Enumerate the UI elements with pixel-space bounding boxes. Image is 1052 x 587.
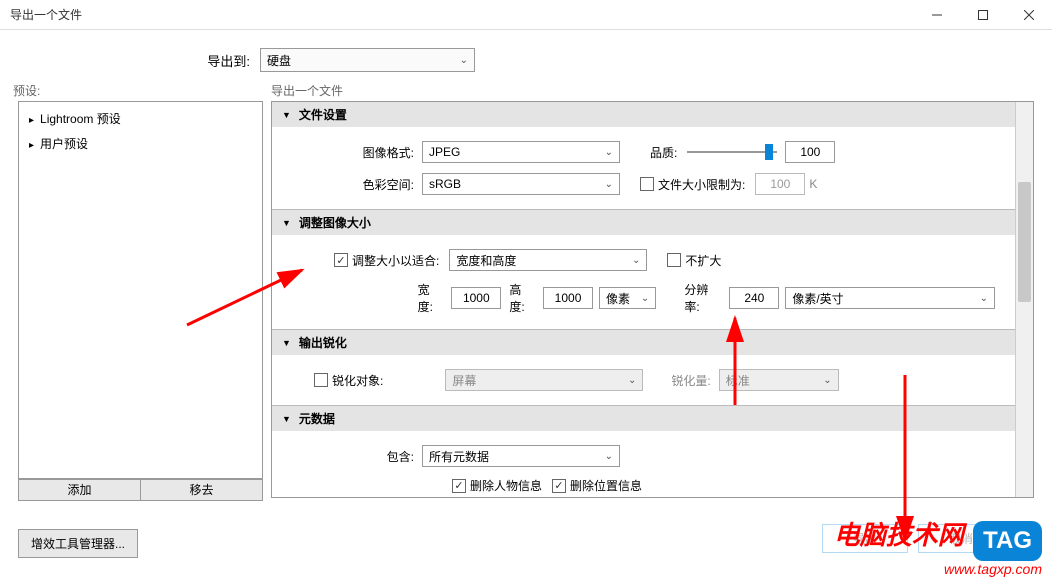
dimension-unit-combo[interactable]: 像素 ⌄ [599,287,656,309]
resize-to-fit-checkbox[interactable] [334,253,348,267]
window-controls [914,0,1052,30]
remove-person-checkbox[interactable] [452,479,466,493]
resize-section: 调整图像大小 调整大小以适合: 宽度和高度 ⌄ [272,210,1015,330]
sharpen-label: 锐化对象: [332,372,383,389]
slider-thumb-icon [765,144,773,160]
no-enlarge-checkbox[interactable] [667,253,681,267]
preset-panel: 预设: Lightroom 预设 用户预设 添加 移去 增效工具管理器... [18,82,263,558]
scrollbar[interactable] [1015,102,1033,497]
metadata-header[interactable]: 元数据 [272,406,1015,431]
include-label: 包含: [292,448,422,465]
sharpen-section: 输出锐化 锐化对象: 屏幕 ⌄ 锐化量: [272,330,1015,406]
title-bar: 导出一个文件 [0,0,1052,30]
resolution-input[interactable] [729,287,779,309]
resize-mode-combo[interactable]: 宽度和高度 ⌄ [449,249,647,271]
remove-location-checkbox[interactable] [552,479,566,493]
chevron-down-icon: ⌄ [605,179,613,190]
format-combo[interactable]: JPEG ⌄ [422,141,620,163]
chevron-down-icon: ⌄ [632,255,640,266]
chevron-down-icon: ⌄ [641,293,649,304]
sharpen-amount-label: 锐化量: [663,372,718,389]
scrollbar-thumb[interactable] [1018,182,1031,302]
remove-person-label: 删除人物信息 [470,477,542,494]
watermark-text: 电脑技术网 [834,520,964,550]
export-to-value: 硬盘 [267,52,291,69]
file-settings-header[interactable]: 文件设置 [272,102,1015,127]
quality-input[interactable] [785,141,835,163]
resize-header[interactable]: 调整图像大小 [272,210,1015,235]
filesize-limit-input [755,173,805,195]
export-destination-row: 导出到: 硬盘 ⌄ [0,30,1052,82]
height-input[interactable] [543,287,593,309]
sharpen-checkbox[interactable] [314,373,328,387]
maximize-button[interactable] [960,0,1006,30]
metadata-section: 元数据 包含: 所有元数据 ⌄ 删除人 [272,406,1015,497]
watermark: 电脑技术网 TAG www.tagxp.com [834,515,1042,577]
chevron-down-icon: ⌄ [605,147,613,158]
minimize-button[interactable] [914,0,960,30]
preset-add-button[interactable]: 添加 [18,479,140,501]
width-label: 宽度: [410,281,452,315]
settings-panel: 导出一个文件 文件设置 图像格式: JPEG ⌄ [271,82,1034,558]
colorspace-label: 色彩空间: [292,176,422,193]
window-title: 导出一个文件 [10,6,82,23]
resolution-unit-combo[interactable]: 像素/英寸 ⌄ [785,287,995,309]
sharpen-target-combo: 屏幕 ⌄ [445,369,643,391]
plugin-manager-button[interactable]: 增效工具管理器... [18,529,138,558]
file-settings-section: 文件设置 图像格式: JPEG ⌄ 品质: [272,102,1015,210]
resize-to-fit-label: 调整大小以适合: [352,252,439,269]
colorspace-combo[interactable]: sRGB ⌄ [422,173,620,195]
width-input[interactable] [451,287,501,309]
preset-item-lightroom[interactable]: Lightroom 预设 [19,106,262,131]
include-combo[interactable]: 所有元数据 ⌄ [422,445,620,467]
height-label: 高度: [501,281,543,315]
watermark-tag: TAG [973,521,1042,561]
preset-list[interactable]: Lightroom 预设 用户预设 [18,101,263,479]
no-enlarge-label: 不扩大 [685,252,721,269]
format-label: 图像格式: [292,144,422,161]
chevron-down-icon: ⌄ [980,293,988,304]
chevron-down-icon: ⌄ [823,375,831,386]
sharpen-amount-combo: 标准 ⌄ [719,369,839,391]
quality-slider[interactable] [687,142,777,162]
chevron-down-icon: ⌄ [628,375,636,386]
filesize-limit-label: 文件大小限制为: [658,176,745,193]
preset-item-user[interactable]: 用户预设 [19,131,262,156]
quality-label: 品质: [650,144,677,161]
close-button[interactable] [1006,0,1052,30]
sharpen-header[interactable]: 输出锐化 [272,330,1015,355]
export-to-label: 导出到: [0,51,260,70]
preset-label: 预设: [13,82,263,99]
filesize-limit-unit: K [809,177,817,191]
chevron-down-icon: ⌄ [460,55,468,66]
chevron-down-icon: ⌄ [605,451,613,462]
preset-remove-button[interactable]: 移去 [140,479,263,501]
resolution-label: 分辨率: [676,281,729,315]
filesize-limit-checkbox[interactable] [640,177,654,191]
watermark-url: www.tagxp.com [834,561,1042,577]
settings-label: 导出一个文件 [271,82,1034,99]
export-to-combo[interactable]: 硬盘 ⌄ [260,48,475,72]
remove-location-label: 删除位置信息 [570,477,642,494]
